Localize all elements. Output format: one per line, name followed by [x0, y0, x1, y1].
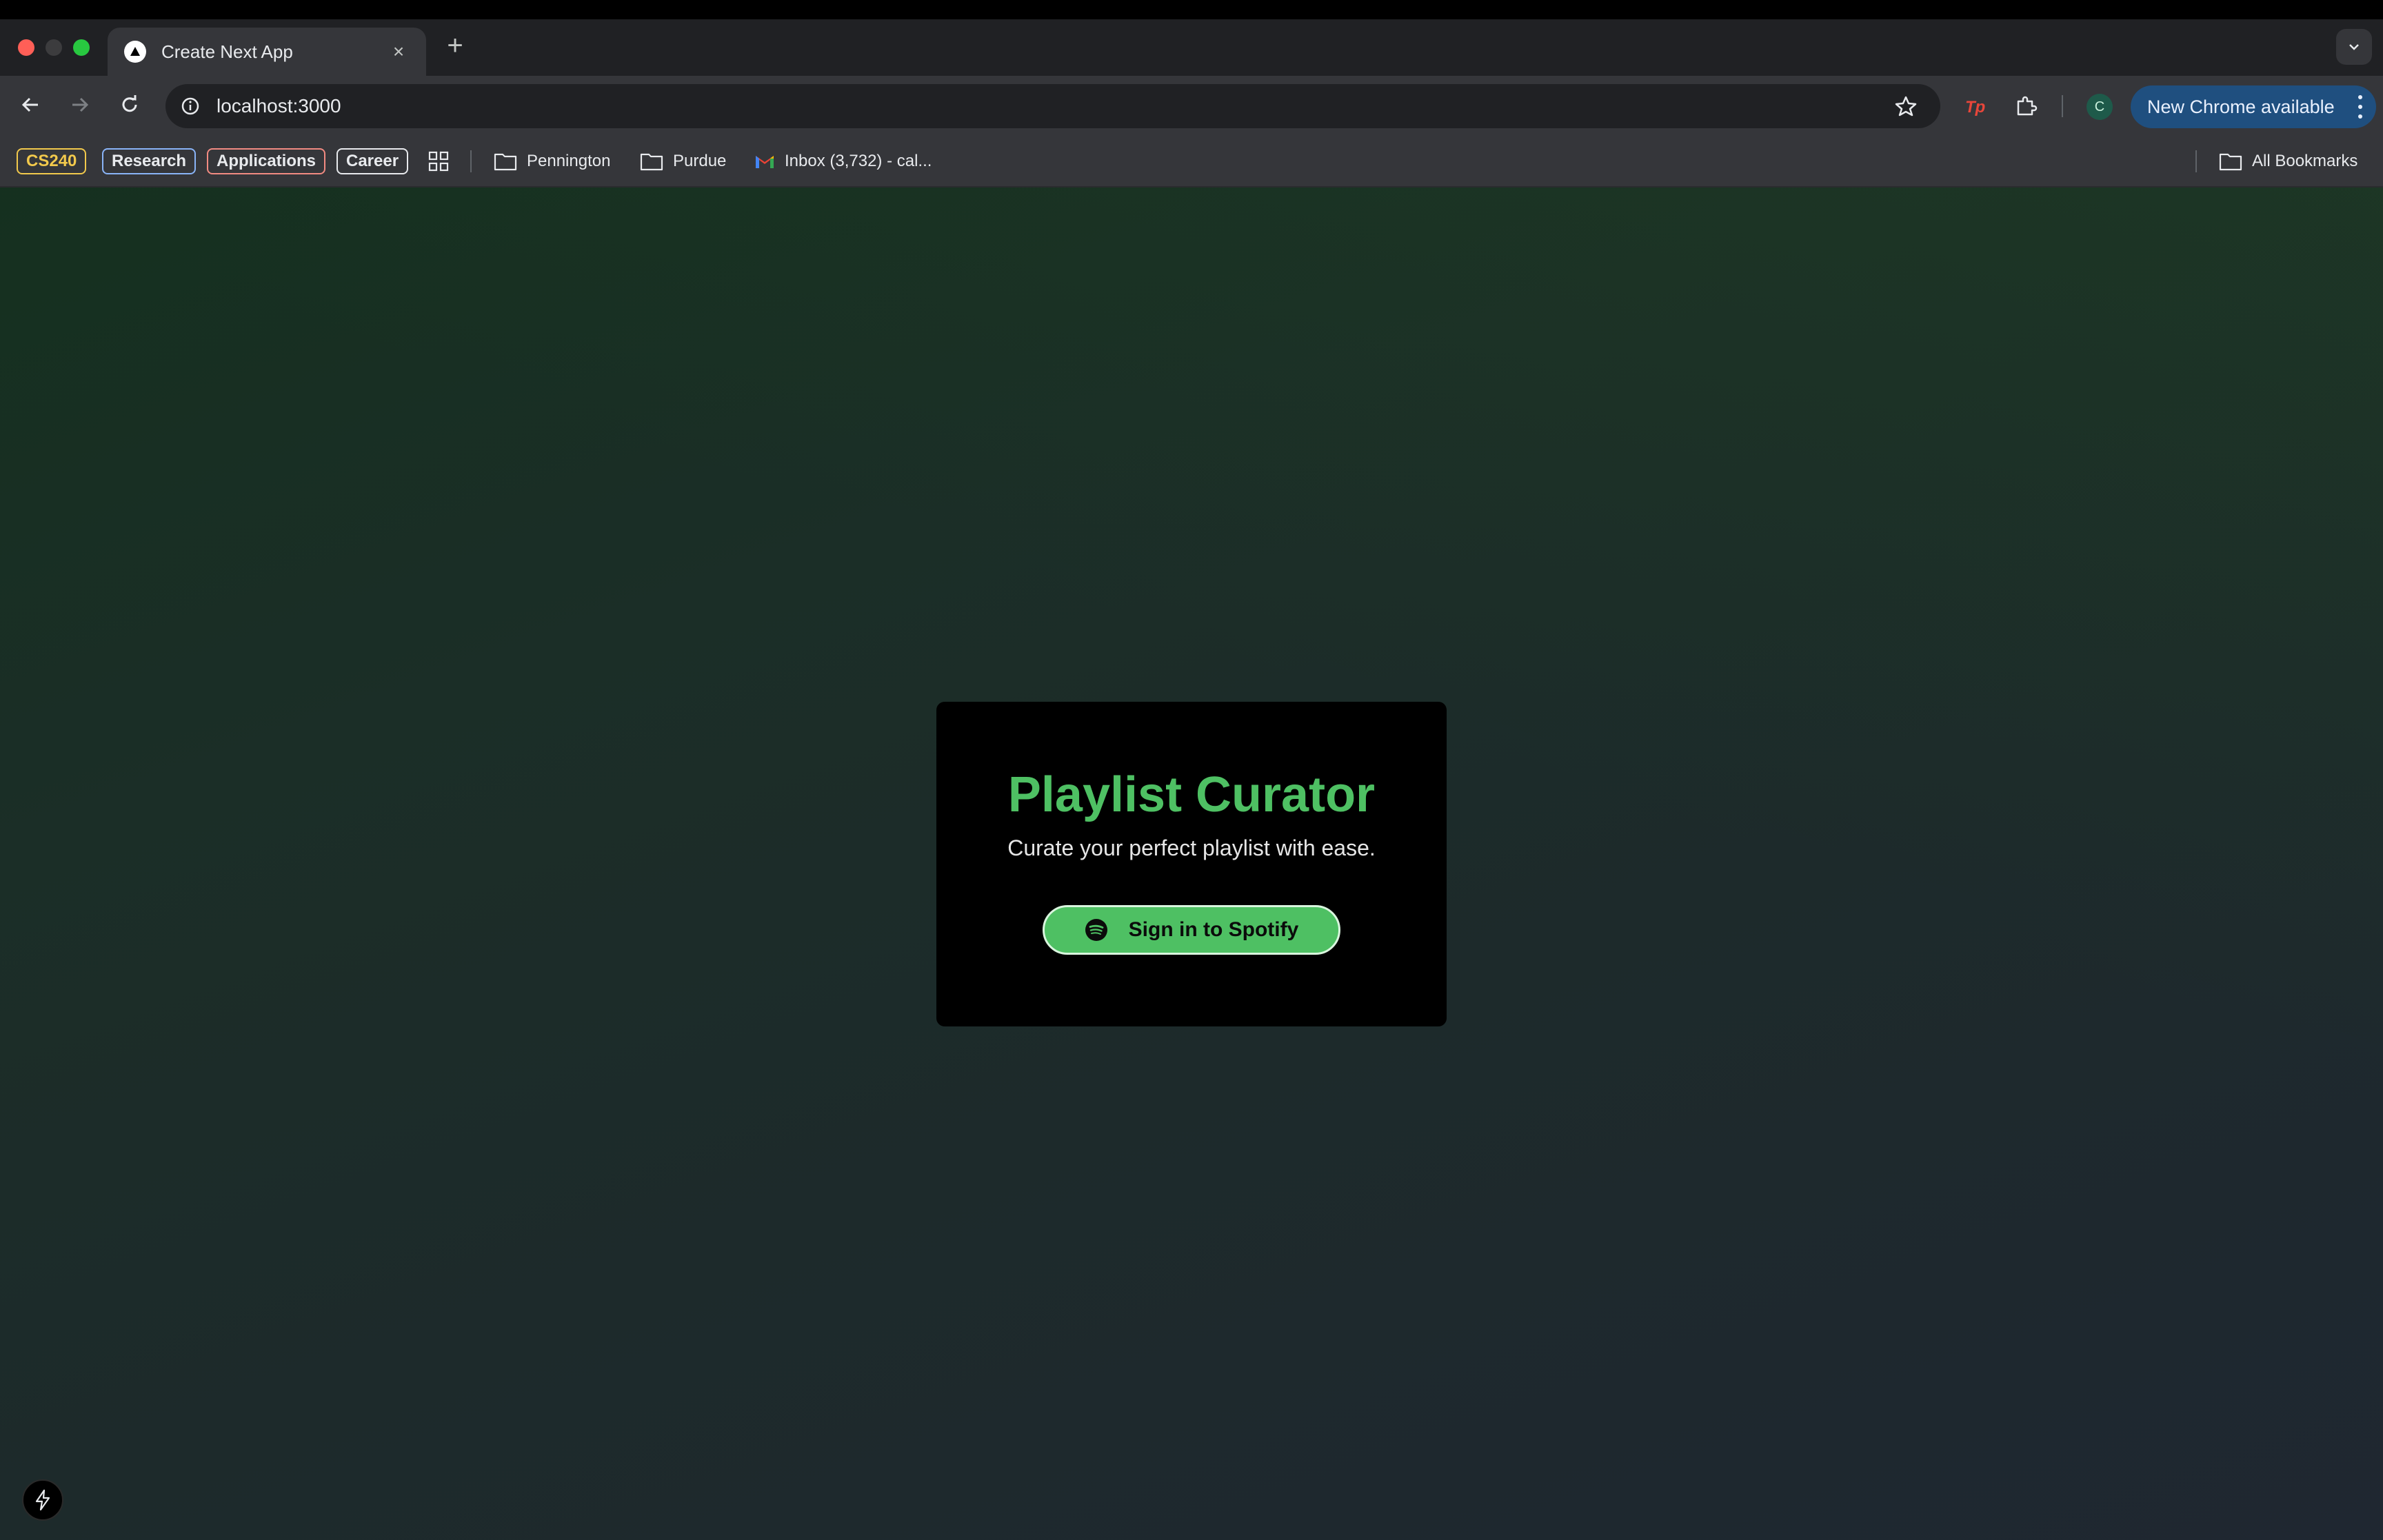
svg-text:Tp: Tp — [1965, 98, 1985, 116]
apps-grid-button[interactable] — [428, 149, 459, 174]
next-devtools-button[interactable] — [22, 1479, 63, 1521]
bookmark-star-icon[interactable] — [1892, 92, 1920, 120]
extension-tp-icon[interactable]: Tp — [1961, 91, 1991, 121]
tab-search-button[interactable] — [2336, 29, 2372, 65]
app-subtitle: Curate your perfect playlist with ease. — [1007, 835, 1376, 860]
all-bookmarks-label: All Bookmarks — [2252, 152, 2358, 170]
more-menu-icon[interactable] — [2357, 95, 2364, 119]
bookmark-folder-purdue[interactable]: Purdue — [640, 149, 726, 174]
folder-icon — [2219, 153, 2242, 171]
spotify-icon — [1085, 919, 1107, 941]
gmail-icon — [756, 156, 774, 168]
profile-avatar[interactable]: C — [2087, 94, 2113, 120]
forward-button[interactable] — [66, 91, 94, 119]
folder-icon — [494, 153, 517, 171]
extensions-puzzle-icon[interactable] — [2011, 91, 2041, 121]
bookmark-folder-label: Purdue — [673, 152, 727, 170]
new-tab-button[interactable]: + — [441, 32, 469, 59]
bookmark-gmail-inbox[interactable]: Inbox (3,732) - cal... — [754, 149, 932, 174]
apps-grid-icon — [428, 151, 449, 172]
address-bar-url: localhost:3000 — [217, 95, 341, 116]
app-title: Playlist Curator — [1007, 767, 1376, 822]
toolbar-divider — [2062, 95, 2063, 117]
bookmark-career[interactable]: Career — [336, 148, 409, 174]
bookmark-gmail-label: Inbox (3,732) - cal... — [785, 152, 932, 170]
bookmark-research[interactable]: Research — [102, 148, 197, 174]
tab-create-next-app[interactable]: Create Next App × — [108, 28, 426, 76]
all-bookmarks-button[interactable]: All Bookmarks — [2219, 149, 2357, 174]
spotify-signin-button[interactable]: Sign in to Spotify — [1043, 905, 1340, 955]
site-info-icon[interactable] — [177, 92, 204, 120]
reload-icon — [122, 95, 137, 112]
bookmark-folder-label: Pennington — [527, 152, 611, 170]
window-top-bar — [0, 0, 2383, 19]
arrow-right-icon — [72, 97, 89, 112]
tab-close-icon[interactable]: × — [388, 41, 410, 63]
spotify-signin-label: Sign in to Spotify — [1128, 918, 1299, 941]
address-bar[interactable]: localhost:3000 — [165, 84, 1940, 128]
close-window-button[interactable] — [18, 39, 34, 56]
bookmarks-divider — [470, 150, 472, 172]
new-chrome-available-button[interactable]: New Chrome available — [2131, 85, 2376, 128]
bookmark-cs240[interactable]: CS240 — [17, 148, 87, 174]
reload-button[interactable] — [116, 91, 143, 119]
login-card: Playlist Curator Curate your perfect pla… — [936, 702, 1447, 1026]
lightning-icon — [35, 1489, 50, 1511]
nextjs-favicon-icon — [124, 41, 146, 63]
minimize-window-button[interactable] — [46, 39, 62, 56]
back-button[interactable] — [17, 91, 44, 119]
bookmarks-divider — [2195, 150, 2197, 172]
bookmark-applications[interactable]: Applications — [207, 148, 326, 174]
arrow-left-icon — [21, 97, 38, 112]
folder-icon — [640, 153, 663, 171]
chevron-down-icon — [2349, 44, 2359, 50]
bookmark-folder-pennington[interactable]: Pennington — [494, 149, 610, 174]
tab-title: Create Next App — [161, 41, 293, 62]
maximize-window-button[interactable] — [73, 39, 90, 56]
new-chrome-label: New Chrome available — [2147, 96, 2335, 117]
